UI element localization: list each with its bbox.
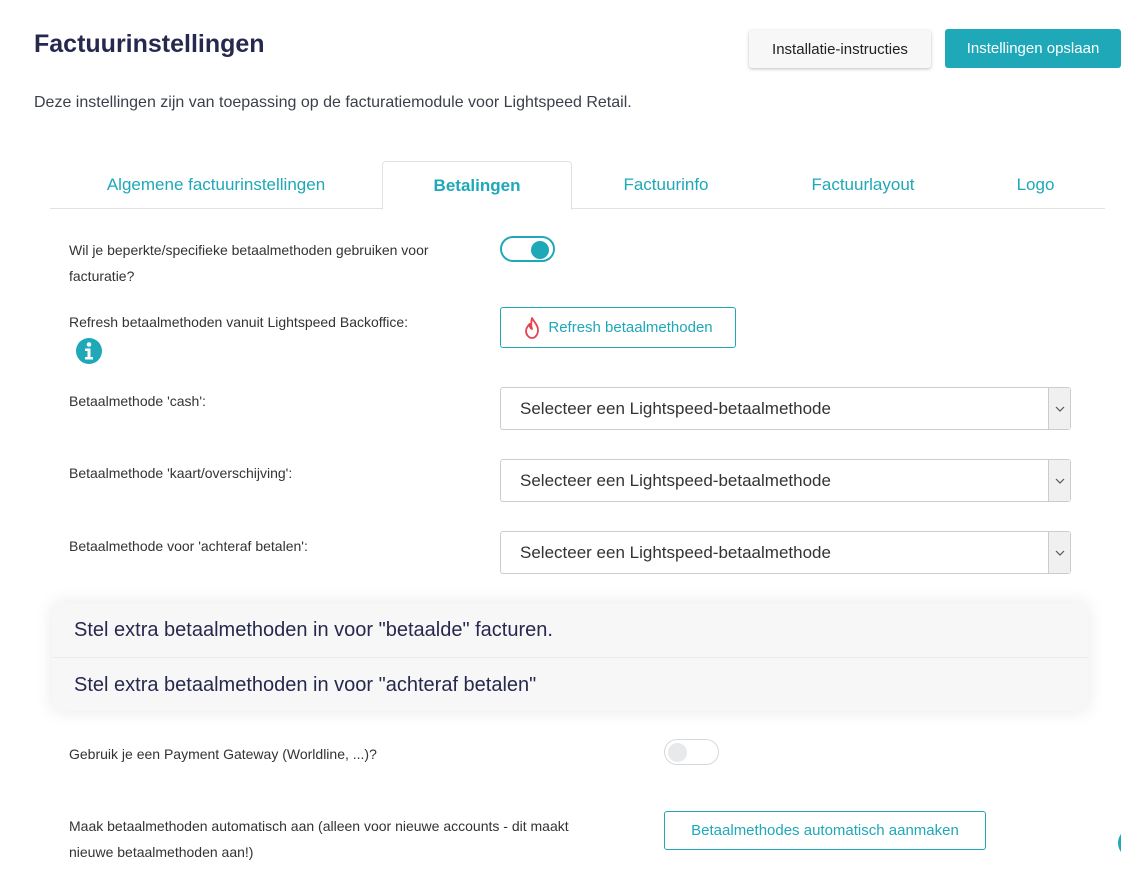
auto-create-methods-button[interactable]: Betaalmethodes automatisch aanmaken: [664, 811, 986, 850]
auto-create-label: Maak betaalmethoden automatisch aan (all…: [69, 813, 629, 865]
accordion-paid-invoices-title: Stel extra betaalmethoden in voor "betaa…: [74, 618, 553, 641]
refresh-methods-button-label: Refresh betaalmethoden: [548, 319, 713, 336]
toggle-knob: [531, 241, 549, 259]
accordion-paid-invoices[interactable]: Stel extra betaalmethoden in voor "betaa…: [52, 603, 1088, 658]
chevron-down-icon: [1048, 460, 1070, 501]
cash-method-select[interactable]: Selecteer een Lightspeed-betaalmethode: [500, 387, 1071, 430]
pay-later-method-select-value: Selecteer een Lightspeed-betaalmethode: [520, 543, 831, 562]
lightspeed-flame-icon: [523, 316, 541, 339]
pay-later-method-label: Betaalmethode voor 'achteraf betalen':: [69, 538, 308, 554]
card-transfer-method-select-value: Selecteer een Lightspeed-betaalmethode: [520, 471, 831, 490]
refresh-methods-button[interactable]: Refresh betaalmethoden: [500, 307, 736, 348]
card-transfer-method-label: Betaalmethode 'kaart/overschijving':: [69, 465, 293, 481]
save-settings-button[interactable]: Instellingen opslaan: [945, 29, 1121, 68]
payment-gateway-toggle[interactable]: [664, 739, 719, 765]
page-title: Factuurinstellingen: [34, 30, 265, 58]
accordion-pay-later-title: Stel extra betaalmethoden in voor "achte…: [74, 673, 537, 696]
restrict-methods-toggle[interactable]: [500, 236, 555, 262]
chevron-down-icon: [1048, 532, 1070, 573]
payment-gateway-label: Gebruik je een Payment Gateway (Worldlin…: [69, 746, 377, 762]
restrict-methods-label-line2: facturatie?: [69, 268, 135, 284]
restrict-methods-label-line1: Wil je beperkte/specifieke betaalmethode…: [69, 242, 429, 258]
restrict-methods-label: Wil je beperkte/specifieke betaalmethode…: [69, 237, 489, 289]
page-subtitle: Deze instellingen zijn van toepassing op…: [34, 94, 632, 111]
chevron-down-icon: [1048, 388, 1070, 429]
tab-general[interactable]: Algemene factuurinstellingen: [50, 161, 382, 208]
accordion-pay-later[interactable]: Stel extra betaalmethoden in voor "achte…: [52, 658, 1088, 711]
auto-create-label-line1: Maak betaalmethoden automatisch aan (all…: [69, 818, 569, 834]
extra-methods-accordion: Stel extra betaalmethoden in voor "betaa…: [52, 603, 1088, 711]
info-icon[interactable]: [75, 337, 103, 365]
tab-logo[interactable]: Logo: [966, 161, 1105, 208]
installation-instructions-button[interactable]: Installatie-instructies: [749, 30, 931, 68]
tab-invoice-layout[interactable]: Factuurlayout: [760, 161, 966, 208]
tab-payments[interactable]: Betalingen: [382, 161, 572, 210]
pay-later-method-select[interactable]: Selecteer een Lightspeed-betaalmethode: [500, 531, 1071, 574]
cash-method-select-value: Selecteer een Lightspeed-betaalmethode: [520, 399, 831, 418]
toggle-knob: [668, 743, 687, 762]
settings-tabs: Algemene factuurinstellingen Betalingen …: [50, 161, 1105, 210]
auto-create-label-line2: nieuwe betaalmethoden aan!): [69, 844, 254, 860]
refresh-methods-label: Refresh betaalmethoden vanuit Lightspeed…: [69, 314, 409, 330]
cash-method-label: Betaalmethode 'cash':: [69, 393, 206, 409]
tab-invoice-info[interactable]: Factuurinfo: [572, 161, 760, 208]
card-transfer-method-select[interactable]: Selecteer een Lightspeed-betaalmethode: [500, 459, 1071, 502]
